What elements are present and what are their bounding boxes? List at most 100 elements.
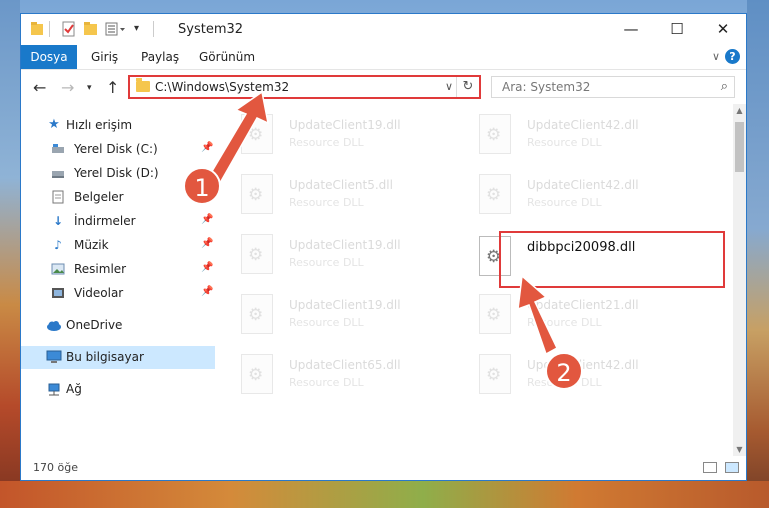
- new-folder-icon[interactable]: [83, 21, 99, 37]
- file-name: UpdateClient21.dll: [527, 298, 639, 312]
- pin-icon[interactable]: 📌: [201, 286, 213, 297]
- drive-icon: [51, 166, 65, 180]
- file-item[interactable]: UpdateClient19.dll Resource DLL: [241, 292, 471, 340]
- desktop-wallpaper-left: [0, 0, 20, 508]
- sidebar-item-this-pc[interactable]: Bu bilgisayar: [21, 346, 215, 369]
- sidebar-item-label: Belgeler: [74, 190, 124, 204]
- file-item[interactable]: UpdateClient19.dll Resource DLL: [241, 112, 471, 160]
- sidebar-item-label: Müzik: [74, 238, 109, 252]
- dll-file-icon: [241, 174, 273, 214]
- file-item[interactable]: UpdateClient42.dll Resource DLL: [479, 112, 709, 160]
- dll-file-icon: [241, 234, 273, 274]
- quick-access-list-icon[interactable]: [105, 21, 127, 37]
- sidebar-item-label: Yerel Disk (D:): [74, 166, 159, 180]
- cloud-icon: [46, 318, 61, 332]
- file-item[interactable]: UpdateClient19.dll Resource DLL: [241, 232, 471, 280]
- sidebar-item-pictures[interactable]: Resimler 📌: [21, 258, 215, 281]
- sidebar-item-videos[interactable]: Videolar 📌: [21, 282, 215, 305]
- dll-file-icon: [479, 114, 511, 154]
- forward-button[interactable]: →: [61, 78, 74, 97]
- details-view-icon[interactable]: [703, 462, 717, 473]
- drive-icon: [51, 142, 65, 156]
- pin-icon[interactable]: 📌: [201, 142, 213, 153]
- file-name: UpdateClient65.dll: [289, 358, 401, 372]
- minimize-button[interactable]: —: [608, 14, 654, 45]
- refresh-button[interactable]: ↻: [456, 77, 479, 97]
- file-item[interactable]: UpdateClient21.dll Resource DLL: [479, 292, 709, 340]
- properties-icon[interactable]: [61, 21, 77, 37]
- step-badge-1: 1: [183, 167, 221, 205]
- customize-toolbar-icon[interactable]: ▾: [134, 21, 146, 37]
- desktop-wallpaper-bottom: [0, 481, 769, 508]
- dll-file-icon: [241, 294, 273, 334]
- status-bar: 170 öğe: [21, 456, 746, 480]
- file-type: Resource DLL: [527, 196, 602, 209]
- sidebar-item-onedrive[interactable]: OneDrive: [21, 314, 215, 337]
- tab-share[interactable]: Paylaş: [141, 45, 179, 69]
- address-path[interactable]: C:\Windows\System32: [155, 80, 289, 94]
- file-type: Resource DLL: [289, 136, 364, 149]
- expand-ribbon-icon[interactable]: ∨: [712, 50, 720, 63]
- tab-home[interactable]: Giriş: [91, 45, 118, 69]
- search-input[interactable]: Ara: System32: [502, 80, 590, 94]
- item-count: 170 öğe: [33, 461, 78, 474]
- pin-icon[interactable]: 📌: [201, 214, 213, 225]
- sidebar-item-label: Resimler: [74, 262, 127, 276]
- search-icon[interactable]: ⌕: [721, 79, 728, 94]
- sidebar-item-network[interactable]: Ağ: [21, 378, 215, 401]
- file-name: UpdateClient19.dll: [289, 238, 401, 252]
- file-type: Resource DLL: [289, 376, 364, 389]
- sidebar-item-label: Yerel Disk (C:): [74, 142, 158, 156]
- scroll-up-icon[interactable]: ▲: [733, 106, 746, 115]
- up-button[interactable]: ↑: [106, 78, 119, 97]
- file-name: UpdateClient19.dll: [289, 298, 401, 312]
- file-item[interactable]: UpdateClient5.dll Resource DLL: [241, 172, 471, 220]
- close-button[interactable]: ✕: [700, 14, 746, 45]
- dll-file-icon: [479, 174, 511, 214]
- download-icon: ↓: [52, 214, 64, 228]
- dll-file-icon: [479, 354, 511, 394]
- dll-file-icon: [241, 114, 273, 154]
- file-item[interactable]: UpdateClient65.dll Resource DLL: [241, 352, 471, 400]
- file-name: UpdateClient42.dll: [527, 178, 639, 192]
- file-item[interactable]: UpdateClient42.dll Resource DLL: [479, 352, 709, 400]
- video-icon: [51, 286, 65, 300]
- sidebar-item-downloads[interactable]: ↓ İndirmeler 📌: [21, 210, 215, 233]
- chevron-down-icon[interactable]: ∨: [445, 80, 453, 93]
- pin-icon[interactable]: 📌: [201, 262, 213, 273]
- window-title: System32: [178, 22, 244, 37]
- navigation-pane: ★ Hızlı erişim Yerel Disk (C:) 📌 Yerel D…: [21, 104, 215, 456]
- folder-icon: [30, 21, 44, 37]
- step-badge-2: 2: [545, 352, 583, 390]
- highlight-box: [499, 231, 725, 288]
- address-bar[interactable]: C:\Windows\System32 ∨ ↻: [128, 75, 481, 99]
- recent-locations-icon[interactable]: ▾: [87, 83, 92, 93]
- separator-icon: [153, 21, 156, 37]
- desktop-wallpaper-right: [747, 0, 769, 508]
- search-box[interactable]: Ara: System32 ⌕: [491, 76, 735, 98]
- help-icon[interactable]: ?: [725, 49, 740, 64]
- tab-file[interactable]: Dosya: [21, 45, 77, 69]
- computer-icon: [46, 350, 62, 364]
- tab-view[interactable]: Görünüm: [199, 45, 255, 69]
- large-icons-view-icon[interactable]: [725, 462, 739, 473]
- file-item[interactable]: UpdateClient42.dll Resource DLL: [479, 172, 709, 220]
- sidebar-item-quick-access[interactable]: ★ Hızlı erişim: [21, 114, 215, 137]
- sidebar-item-label: Hızlı erişim: [66, 118, 133, 132]
- title-bar: ▾ System32 — ☐ ✕: [21, 14, 746, 45]
- separator-icon: [49, 21, 52, 37]
- maximize-button[interactable]: ☐: [654, 14, 700, 45]
- sidebar-item-music[interactable]: ♪ Müzik 📌: [21, 234, 215, 257]
- back-button[interactable]: ←: [33, 78, 46, 97]
- ribbon-tabs: Dosya Giriş Paylaş Görünüm ∨ ?: [21, 45, 746, 70]
- vertical-scrollbar[interactable]: ▲ ▼: [733, 104, 746, 456]
- music-icon: ♪: [54, 238, 62, 252]
- dll-file-icon: [241, 354, 273, 394]
- file-name: UpdateClient19.dll: [289, 118, 401, 132]
- scroll-down-icon[interactable]: ▼: [733, 445, 746, 454]
- pin-icon[interactable]: 📌: [201, 238, 213, 249]
- sidebar-item-local-disk-c[interactable]: Yerel Disk (C:) 📌: [21, 138, 215, 161]
- sidebar-item-label: Ağ: [66, 382, 82, 396]
- scrollbar-thumb[interactable]: [735, 122, 744, 172]
- sidebar-item-label: Videolar: [74, 286, 124, 300]
